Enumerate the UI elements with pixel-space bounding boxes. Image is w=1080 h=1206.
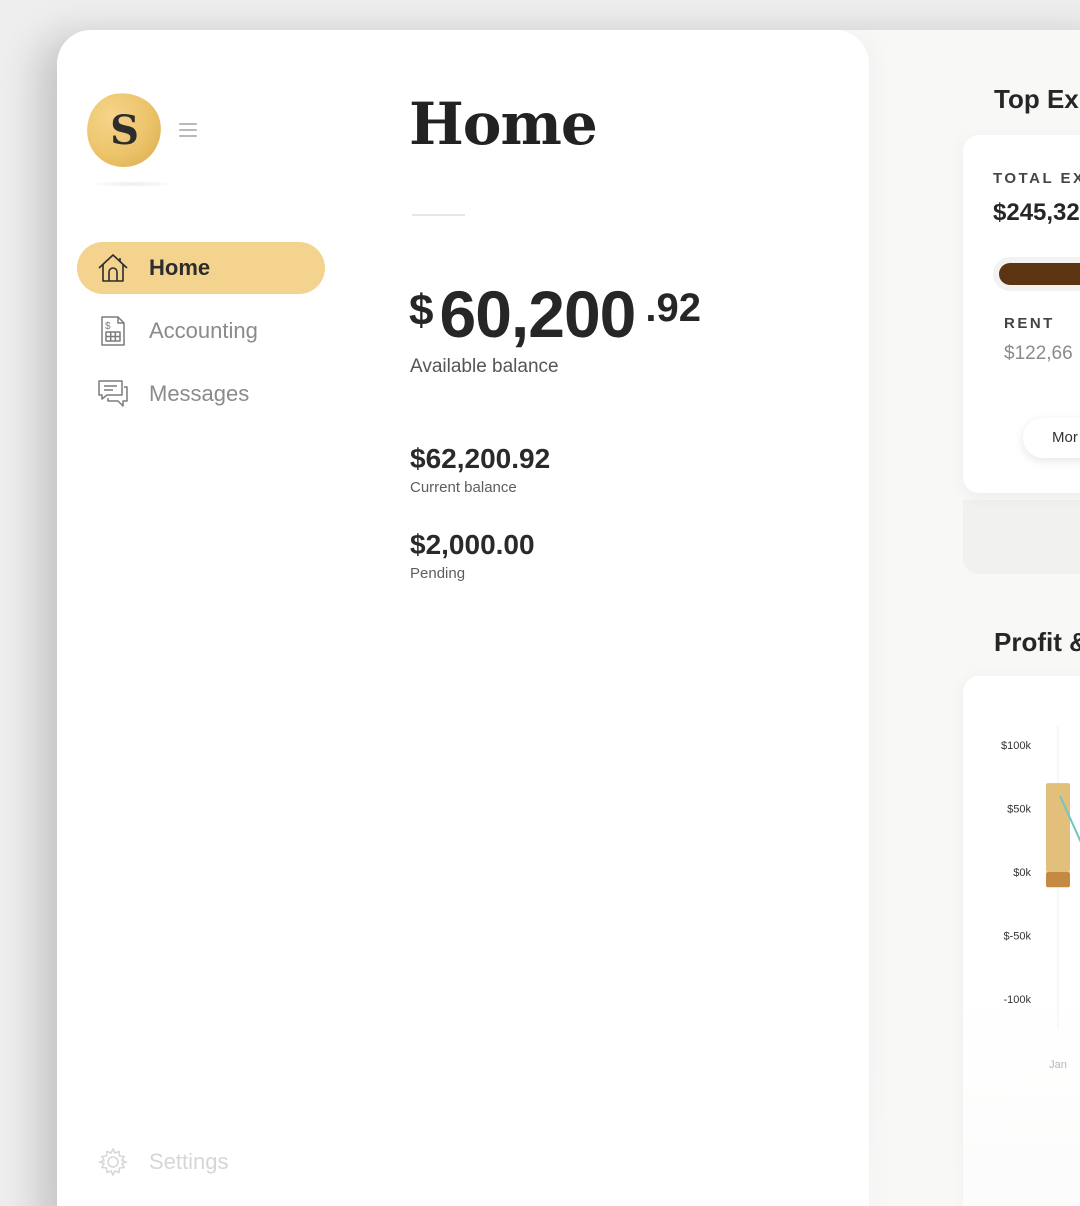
home-icon — [95, 250, 131, 286]
app-window: S Home $ Accounting Messages Settings Ho… — [57, 30, 1080, 1206]
expense-bar-fill — [999, 263, 1080, 285]
top-expenses-title: Top Exp — [994, 84, 1080, 114]
available-balance: $ 60,200 .92 — [409, 276, 701, 352]
svg-text:$: $ — [105, 321, 111, 332]
menu-icon[interactable] — [179, 123, 197, 137]
sidebar-item-messages[interactable]: Messages — [77, 368, 325, 420]
sidebar-item-label: Messages — [149, 381, 250, 406]
total-expenses-value: $245,32 — [993, 199, 1080, 226]
pending-amount: $2,000.00 — [410, 529, 535, 560]
sidebar-item-accounting[interactable]: $ Accounting — [77, 305, 325, 357]
more-button[interactable]: Mor — [1023, 418, 1080, 458]
balance-cents: .92 — [645, 286, 701, 330]
sidebar-item-label: Accounting — [149, 318, 258, 343]
y-tick-label: $0k — [1013, 867, 1031, 879]
y-tick-label: $-50k — [1003, 931, 1031, 943]
pending-label: Pending — [410, 565, 466, 582]
title-divider — [412, 214, 465, 216]
x-tick-label: Jan — [1049, 1059, 1067, 1071]
balance-whole: 60,200 — [439, 277, 636, 351]
profit-chart-card: $100k $50k $0k $-50k -100k Jan — [963, 676, 1080, 1206]
pending-balance: $2,000.00 Pending — [410, 529, 535, 582]
chat-icon — [95, 376, 131, 412]
y-tick-label: -100k — [1003, 994, 1031, 1006]
settings-label: Settings — [149, 1149, 229, 1174]
top-expenses-card: TOTAL EX $245,32 RENT $122,66 Mor — [963, 135, 1080, 493]
current-balance-label: Current balance — [410, 479, 517, 496]
current-balance-amount: $62,200.92 — [410, 443, 551, 474]
invoice-icon: $ — [95, 313, 131, 349]
settings-button[interactable]: Settings — [97, 1146, 229, 1178]
logo[interactable]: S — [82, 88, 166, 172]
balance-currency: $ — [409, 286, 434, 335]
profit-title: Profit & — [994, 627, 1080, 657]
gear-icon — [97, 1147, 129, 1177]
sidebar-nav: Home $ Accounting Messages — [77, 242, 325, 431]
total-expenses-label: TOTAL EX — [993, 170, 1080, 187]
card-stack-back — [963, 500, 1080, 574]
sidebar-item-home[interactable]: Home — [77, 242, 325, 294]
rent-label: RENT — [1004, 315, 1055, 332]
y-tick-label: $100k — [1001, 740, 1031, 752]
profit-bar — [1046, 783, 1070, 872]
page-title: Home — [409, 90, 598, 158]
sidebar-item-label: Home — [149, 255, 211, 280]
loss-bar — [1046, 872, 1070, 888]
current-balance: $62,200.92 Current balance — [410, 443, 550, 496]
expense-bar-track — [993, 257, 1080, 291]
available-balance-label: Available balance — [410, 356, 559, 377]
profit-chart: $100k $50k $0k $-50k -100k Jan — [1001, 726, 1080, 1071]
logo-letter: S — [109, 106, 139, 154]
left-panel: S Home $ Accounting Messages Settings Ho… — [57, 30, 869, 1206]
logo-shadow — [89, 181, 177, 187]
rent-value: $122,66 — [1004, 343, 1073, 364]
y-tick-label: $50k — [1007, 804, 1031, 816]
